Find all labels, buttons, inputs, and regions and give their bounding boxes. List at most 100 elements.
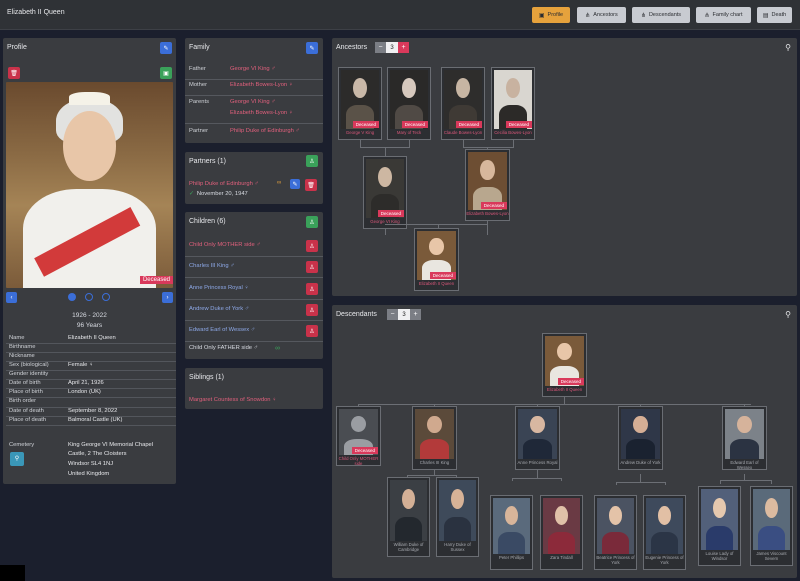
person-photo — [390, 480, 427, 541]
cemetery-line: King George VI Memorial Chapel — [68, 442, 154, 448]
person-card[interactable]: Deceased Mary of Teck — [387, 67, 431, 140]
person-card[interactable]: Edward Earl of Wessex — [722, 406, 767, 470]
person-card[interactable]: Deceased Elizabeth Bowes-Lyon — [465, 149, 510, 221]
person-card[interactable]: Anne Princess Royal — [515, 406, 560, 470]
children-panel: Children (6) ♙ Child Only MOTHER side ♂ ♙… — [185, 212, 323, 359]
person-card[interactable]: Peter Phillips — [490, 495, 533, 570]
profile-field-row: Gender identity — [6, 371, 176, 380]
partner-link[interactable]: Philip Duke of Edinburgh ♂ — [230, 128, 300, 134]
page-title: Elizabeth II Queen — [7, 9, 65, 16]
child-row: Anne Princess Royal ♀ ♙ — [185, 280, 323, 300]
edit-partner-button[interactable]: ✎ — [290, 179, 300, 189]
decrease-generations-button[interactable]: − — [387, 309, 398, 320]
top-bar: Elizabeth II Queen ▣ Profile ⋔ Ancestors ⋔… — [0, 0, 800, 30]
death-icon: ▤ — [762, 12, 769, 19]
parent-link[interactable]: George VI King ♂ — [230, 99, 276, 105]
person-name: Andrew Duke of York — [620, 460, 661, 465]
trash-icon: 🗑 — [307, 182, 315, 189]
next-photo-button[interactable]: › — [162, 292, 173, 303]
tree-icon[interactable]: ⚲ — [785, 310, 791, 319]
family-title: Family — [189, 44, 210, 51]
person-card[interactable]: Harry Duke of Sussex — [436, 477, 479, 557]
generations-value[interactable]: 3 — [398, 309, 410, 320]
profile-field-row: Date of death September 8, 2022 — [6, 408, 176, 417]
deceased-badge: Deceased — [401, 121, 428, 128]
person-card[interactable]: James Viscount Severn — [750, 486, 793, 566]
descendants-generation-counter: − 3 + — [387, 309, 421, 320]
carousel-dot[interactable] — [102, 293, 110, 301]
person-card[interactable]: Deceased Elizabeth II Queen — [542, 333, 587, 397]
siblings-title: Siblings (1) — [189, 374, 225, 381]
person-card[interactable]: Eugenie Princess of York — [643, 495, 686, 570]
cemetery-line: United Kingdom — [68, 471, 110, 477]
profile-icon: ▣ — [538, 12, 545, 19]
child-link[interactable]: Child Only FATHER side ♂ — [189, 345, 258, 351]
person-card[interactable]: Zara Tindall — [540, 495, 583, 570]
field-label: Nickname — [9, 353, 35, 359]
person-card[interactable]: William Duke of Cambridge — [387, 477, 430, 557]
child-link[interactable]: Andrew Duke of York ♂ — [189, 306, 249, 312]
person-card[interactable]: Deceased George VI King — [363, 156, 407, 229]
edit-profile-button[interactable]: ✎ — [160, 42, 172, 54]
person-name: Zara Tindall — [550, 555, 573, 560]
person-card[interactable]: Charles III King — [412, 406, 457, 470]
carousel-dot[interactable] — [85, 293, 93, 301]
add-child-button[interactable]: ♙ — [306, 216, 318, 228]
ancestors-button[interactable]: ⋔ Ancestors — [577, 7, 626, 23]
person-card[interactable]: Deceased George V King — [338, 67, 382, 140]
pencil-icon: ✎ — [309, 45, 315, 52]
death-button[interactable]: ▤ Death — [757, 7, 792, 23]
person-name: Harry Duke of Sussex — [444, 542, 471, 552]
cemetery-map-button[interactable]: ⚲ — [10, 452, 24, 466]
remove-child-button[interactable]: ♙ — [306, 240, 318, 252]
remove-child-button[interactable]: ♙ — [306, 325, 318, 337]
child-link[interactable]: Charles III King ♂ — [189, 263, 235, 269]
child-link[interactable]: Anne Princess Royal ♀ — [189, 285, 249, 291]
link-icon[interactable]: ∞ — [275, 345, 280, 352]
decrease-generations-button[interactable]: − — [375, 42, 386, 53]
mother-row: Mother Elizabeth Bowes-Lyon ♀ — [185, 82, 323, 96]
edit-family-button[interactable]: ✎ — [306, 42, 318, 54]
remove-child-button[interactable]: ♙ — [306, 304, 318, 316]
delete-partner-button[interactable]: 🗑 — [305, 179, 317, 191]
tree-connector — [512, 478, 562, 479]
remove-child-button[interactable]: ♙ — [306, 261, 318, 273]
parent-link[interactable]: Elizabeth Bowes-Lyon ♀ — [230, 110, 293, 116]
increase-generations-button[interactable]: + — [398, 42, 409, 53]
deceased-badge: Deceased — [139, 276, 173, 284]
minus-icon: − — [390, 311, 395, 318]
person-card[interactable]: Andrew Duke of York — [618, 406, 663, 470]
prev-photo-button[interactable]: ‹ — [6, 292, 17, 303]
partner-name-link[interactable]: Philip Duke of Edinburgh ♂ — [189, 181, 259, 187]
person-card[interactable]: Deceased Elizabeth II Queen — [414, 228, 459, 291]
profile-button[interactable]: ▣ Profile — [532, 7, 570, 23]
father-link[interactable]: George VI King ♂ — [230, 66, 276, 72]
increase-generations-button[interactable]: + — [410, 309, 421, 320]
ancestors-panel: Ancestors − 3 + ⚲ Deceased George V King D… — [332, 38, 797, 296]
sibling-link[interactable]: Margaret Countess of Snowdon ♀ — [189, 397, 276, 403]
child-link[interactable]: Edward Earl of Wessex ♂ — [189, 327, 255, 333]
tree-icon[interactable]: ⚲ — [785, 43, 791, 52]
person-card[interactable]: Deceased Claude Bowes-Lyon — [441, 67, 485, 140]
person-name: Beatrice Princess of York — [596, 555, 635, 565]
carousel-dot-active[interactable] — [68, 293, 76, 301]
child-link[interactable]: Child Only MOTHER side ♂ — [189, 242, 261, 248]
person-name: Elizabeth Bowes-Lyon — [466, 211, 509, 216]
generations-value[interactable]: 3 — [386, 42, 398, 53]
remove-child-button[interactable]: ♙ — [306, 283, 318, 295]
field-value: September 8, 2022 — [68, 408, 118, 414]
delete-profile-button[interactable]: 🗑 — [8, 67, 20, 79]
tree-connector — [616, 482, 617, 485]
person-card[interactable]: Deceased Cecilia Bowes-Lyon — [491, 67, 535, 140]
cemetery-line: Castle, 2 The Cloisters — [68, 451, 127, 457]
profile-photo-button[interactable]: ▣ — [160, 67, 172, 79]
mother-link[interactable]: Elizabeth Bowes-Lyon ♀ — [230, 82, 293, 88]
descendants-button[interactable]: ⋔ Descendants — [632, 7, 690, 23]
person-card[interactable]: Beatrice Princess of York — [594, 495, 637, 570]
check-icon: ✓ — [189, 191, 194, 197]
person-card[interactable]: Louise Lady of Windsor — [698, 486, 741, 566]
family-chart-button[interactable]: ⋔ Family chart — [696, 7, 751, 23]
person-add-icon: ♙ — [309, 219, 315, 226]
person-card[interactable]: Deceased Child Only MOTHER side — [336, 406, 381, 466]
add-partner-button[interactable]: ♙ — [306, 155, 318, 167]
